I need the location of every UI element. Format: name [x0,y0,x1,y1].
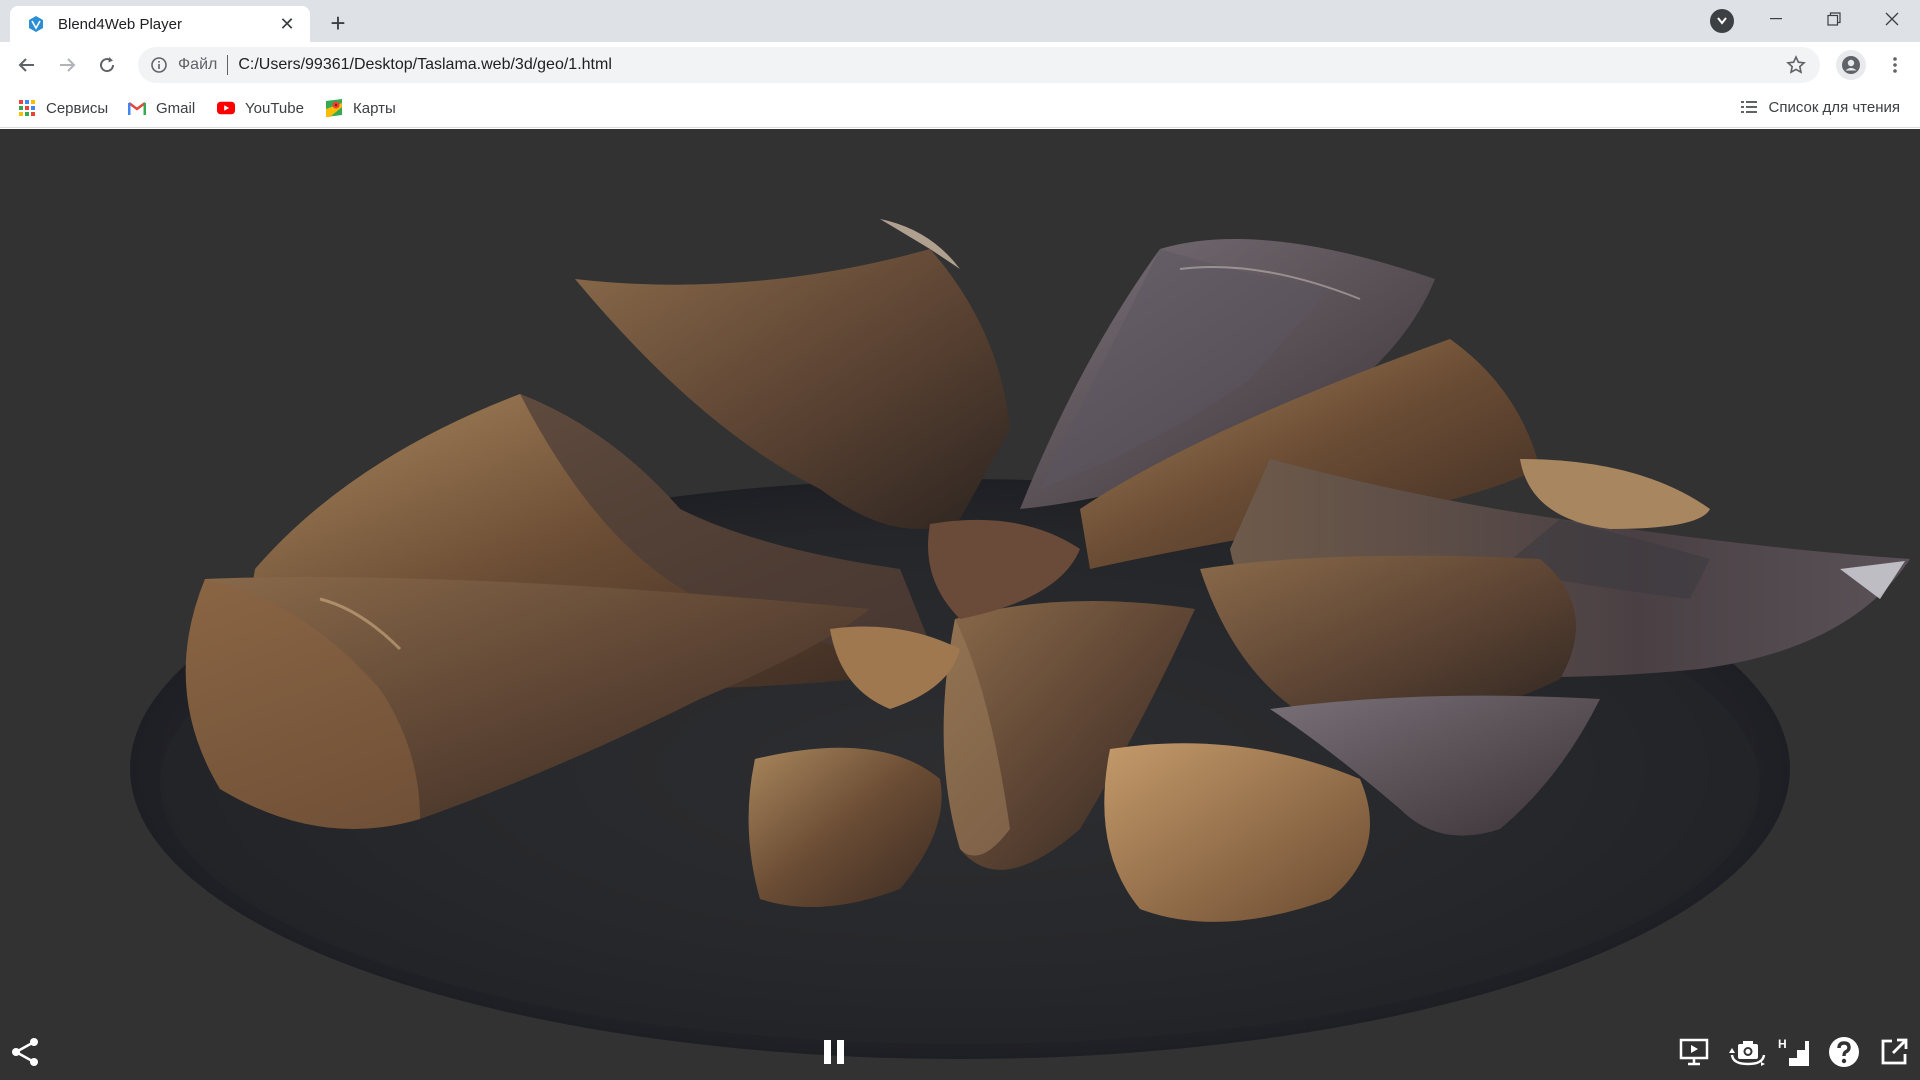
tab-title: Blend4Web Player [58,15,182,33]
url-scheme-label: Файл [178,56,218,73]
help-icon[interactable] [1826,1034,1862,1070]
stereo-icon[interactable] [1676,1034,1712,1070]
player-controls: H [0,1020,1920,1080]
gmail-icon [128,99,146,117]
info-icon[interactable] [150,56,168,74]
youtube-icon [217,99,235,117]
reading-list-label: Список для чтения [1768,98,1900,116]
bookmark-services[interactable]: Сервисы [18,98,108,118]
forward-button[interactable] [51,49,83,81]
bookmark-star-icon[interactable] [1786,55,1806,75]
minimize-button[interactable] [1748,0,1804,38]
bookmark-label: Gmail [156,99,196,117]
browser-tab-strip: Blend4Web Player ✕ + [0,0,1920,42]
reload-button[interactable] [91,49,123,81]
address-bar[interactable]: Файл C:/Users/99361/Desktop/Taslama.web/… [138,47,1820,83]
apps-grid-icon [18,99,36,117]
reading-list-button[interactable]: Список для чтения [1740,98,1900,116]
tab-search-icon[interactable] [1710,9,1734,33]
restore-button[interactable] [1806,0,1862,38]
share-icon[interactable] [8,1034,44,1070]
profile-avatar-icon[interactable] [1836,50,1866,80]
bookmark-maps[interactable]: Карты [325,98,396,118]
quality-label: H [1778,1037,1787,1051]
bookmark-label: YouTube [245,99,304,117]
maps-icon [325,99,343,117]
url-text[interactable]: C:/Users/99361/Desktop/Taslama.web/3d/ge… [238,56,612,74]
webgl-viewport[interactable]: H [0,129,1920,1080]
url-separator [227,55,229,75]
3d-model-fossil-shark-teeth[interactable] [0,129,1920,1080]
more-menu-icon[interactable] [1880,50,1910,80]
camera-rotate-icon[interactable] [1726,1034,1770,1070]
bookmarks-bar: Сервисы Gmail YouTube Карты Список для ч… [0,88,1920,128]
pause-icon[interactable] [816,1034,852,1070]
bookmark-label: Сервисы [46,99,109,117]
tab-close-icon[interactable]: ✕ [276,13,298,35]
new-tab-button[interactable]: + [323,8,353,38]
blend4web-favicon-icon [26,14,46,34]
bookmark-gmail[interactable]: Gmail [128,98,195,118]
tab-blend4web-player[interactable]: Blend4Web Player ✕ [10,6,310,42]
quality-icon[interactable]: H [1776,1034,1812,1070]
bookmark-label: Карты [353,99,396,117]
browser-toolbar: Файл C:/Users/99361/Desktop/Taslama.web/… [0,42,1920,88]
fullscreen-icon[interactable] [1876,1034,1912,1070]
bookmark-youtube[interactable]: YouTube [217,98,304,118]
reading-list-icon [1740,98,1758,116]
back-button[interactable] [11,49,43,81]
close-window-button[interactable] [1864,0,1920,38]
